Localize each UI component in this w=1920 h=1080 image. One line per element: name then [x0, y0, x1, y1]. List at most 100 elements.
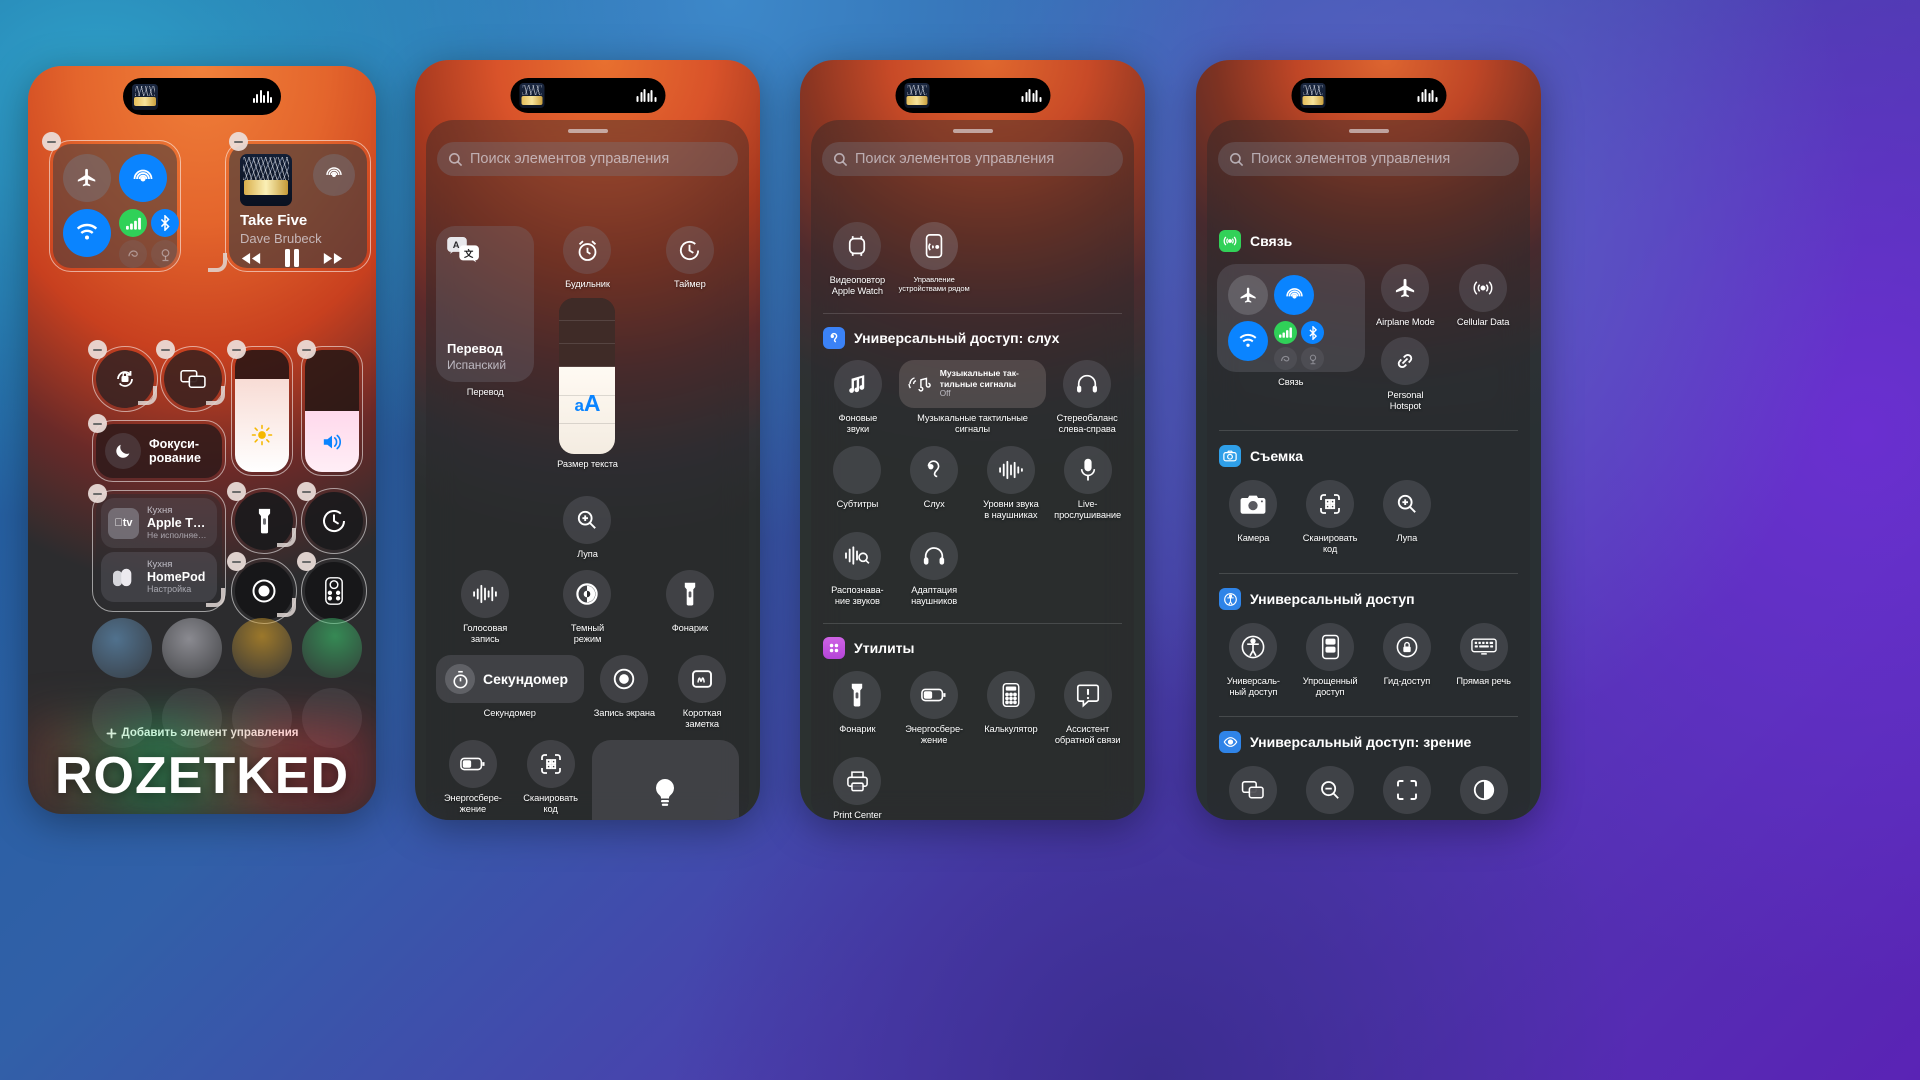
cellular-toggle[interactable]: [119, 209, 147, 237]
quick-note-button[interactable]: [678, 655, 727, 703]
empty-slot[interactable]: [232, 618, 292, 678]
airdrop-toggle[interactable]: [1274, 275, 1314, 315]
wifi-toggle[interactable]: [63, 209, 111, 257]
low-power-button[interactable]: [448, 740, 497, 788]
dynamic-island[interactable]: [1291, 78, 1446, 113]
control-camera[interactable]: Камера: [1217, 480, 1290, 555]
control-apple-watch-mirroring[interactable]: Видеоповтор Apple Watch: [821, 222, 894, 297]
subtitles-button[interactable]: [833, 446, 882, 494]
remove-mirroring-button[interactable]: [156, 340, 175, 359]
dark-mode-button[interactable]: [563, 570, 612, 618]
remove-focus-button[interactable]: [88, 414, 107, 433]
search-input[interactable]: Поиск элементов управления: [1218, 142, 1519, 176]
control-cellular-data[interactable]: Cellular Data: [1446, 264, 1520, 328]
control-sound-recognition[interactable]: Распознава-ние звуков: [821, 532, 894, 607]
control-dark-mode[interactable]: Темный режим: [538, 570, 636, 645]
screen-record-button[interactable]: [600, 655, 649, 703]
nearby-devices-button[interactable]: [910, 222, 959, 270]
gallery-scroll[interactable]: A 文 Перевод Испанский Перевод Будильник …: [426, 226, 749, 820]
sheet-grabber[interactable]: [567, 129, 608, 133]
text-size-control[interactable]: aA Размер текста: [538, 298, 636, 488]
control-feedback-assistant[interactable]: Ассистент обратной связи: [1051, 671, 1124, 746]
control-hotspot[interactable]: Personal Hotspot: [1369, 337, 1443, 412]
search-input[interactable]: Поиск элементов управления: [437, 142, 738, 176]
control-flashlight[interactable]: Фонарик: [821, 671, 894, 746]
control-zoom[interactable]: [1294, 766, 1367, 814]
gallery-scroll[interactable]: Связь Связь Airplane Mode Personal Hotsp…: [1207, 222, 1530, 820]
control-quick-note[interactable]: Короткая заметка: [665, 655, 739, 730]
control-magnifier[interactable]: Лупа: [1371, 480, 1444, 555]
control-low-power[interactable]: Энергосбере-жение: [898, 671, 971, 746]
apple-watch-button[interactable]: [833, 222, 882, 270]
remove-timer-button[interactable]: [297, 482, 316, 501]
remove-volume-button[interactable]: [297, 340, 316, 359]
camera-button[interactable]: [1229, 480, 1278, 528]
translate-control[interactable]: A 文 Перевод Испанский Перевод: [436, 226, 535, 398]
search-input[interactable]: Поиск элементов управления: [822, 142, 1123, 176]
airplane-mode-toggle[interactable]: [63, 154, 111, 202]
assistive-access-button[interactable]: [1306, 623, 1355, 671]
guided-access-button[interactable]: [1382, 623, 1431, 671]
remove-brightness-button[interactable]: [227, 340, 246, 359]
sound-recognition-button[interactable]: [833, 532, 882, 580]
background-sounds-button[interactable]: [833, 360, 882, 408]
control-hearing[interactable]: Слух: [898, 446, 971, 521]
control-guided-access[interactable]: Гид-доступ: [1371, 623, 1444, 698]
control-headphone-accommodations[interactable]: Адаптация наушников: [898, 532, 971, 607]
live-listen-button[interactable]: [1063, 446, 1112, 494]
control-live-speech[interactable]: Прямая речь: [1447, 623, 1520, 698]
flashlight-button[interactable]: [665, 570, 714, 618]
remove-remote-button[interactable]: [297, 552, 316, 571]
airplay-button[interactable]: [313, 154, 355, 196]
empty-slot[interactable]: [92, 618, 152, 678]
print-center-button[interactable]: [833, 757, 882, 805]
control-print-center[interactable]: Print Center: [821, 757, 894, 820]
feedback-assistant-button[interactable]: [1063, 671, 1112, 719]
dynamic-island[interactable]: [895, 78, 1050, 113]
alarm-button[interactable]: [563, 226, 612, 274]
headphone-accommodations-button[interactable]: [910, 532, 959, 580]
control-display-accommodations[interactable]: [1217, 766, 1290, 814]
bluetooth-toggle[interactable]: [151, 209, 179, 237]
control-timer[interactable]: Таймер: [641, 226, 739, 290]
fullscreen-button[interactable]: [1382, 766, 1431, 814]
control-airplane-mode[interactable]: Airplane Mode: [1369, 264, 1443, 328]
control-flashlight[interactable]: Фонарик: [641, 570, 739, 645]
control-headphone-levels[interactable]: Уровни звука в наушниках: [975, 446, 1048, 521]
timer-button[interactable]: [665, 226, 714, 274]
control-music-haptics[interactable]: Музыкальные так-тильные сигналы Off Музы…: [898, 360, 1047, 435]
magnifier-button[interactable]: [1382, 480, 1431, 528]
vpn-toggle[interactable]: [119, 240, 147, 268]
scan-code-button[interactable]: [526, 740, 575, 788]
control-voice-memo[interactable]: Голосовая запись: [436, 570, 534, 645]
remove-now-playing-button[interactable]: [229, 132, 248, 151]
contrast-button[interactable]: [1459, 766, 1508, 814]
control-nearby-devices[interactable]: Управление устройствами рядом: [898, 222, 971, 297]
control-stopwatch[interactable]: Секундомер Секундомер: [436, 655, 584, 719]
control-assistive-access[interactable]: Упрощенный доступ: [1294, 623, 1367, 698]
gallery-scroll[interactable]: Видеоповтор Apple Watch Управление устройс…: [811, 222, 1134, 820]
control-connectivity-group[interactable]: Связь: [1217, 264, 1365, 412]
control-alarm[interactable]: Будильник: [538, 226, 636, 290]
voice-memo-button[interactable]: [461, 570, 510, 618]
hotspot-button[interactable]: [1381, 337, 1430, 385]
sheet-grabber[interactable]: [1348, 129, 1389, 133]
control-contrast[interactable]: [1447, 766, 1520, 814]
zoom-button[interactable]: [1306, 766, 1355, 814]
pause-icon[interactable]: [284, 249, 300, 267]
control-home-scene[interactable]: Сценарий или аксессуар Дом: [591, 740, 739, 820]
control-low-power[interactable]: Энергосбере-жение: [436, 740, 510, 815]
empty-slot[interactable]: [162, 618, 222, 678]
headphone-levels-button[interactable]: [986, 446, 1035, 494]
satellite-toggle[interactable]: [1301, 347, 1324, 370]
control-fullscreen[interactable]: [1371, 766, 1444, 814]
apple-tv-card[interactable]: tv Кухня Apple T… Не исполняе…: [101, 498, 217, 548]
satellite-toggle[interactable]: [151, 240, 179, 268]
remove-connectivity-button[interactable]: [42, 132, 61, 151]
hearing-button[interactable]: [910, 446, 959, 494]
dynamic-island[interactable]: [123, 78, 281, 115]
fast-forward-icon[interactable]: [322, 251, 344, 266]
flashlight-button[interactable]: [833, 671, 882, 719]
control-stereo-balance[interactable]: Стереобаланс слева-справа: [1050, 360, 1124, 435]
remove-flashlight-button[interactable]: [227, 482, 246, 501]
